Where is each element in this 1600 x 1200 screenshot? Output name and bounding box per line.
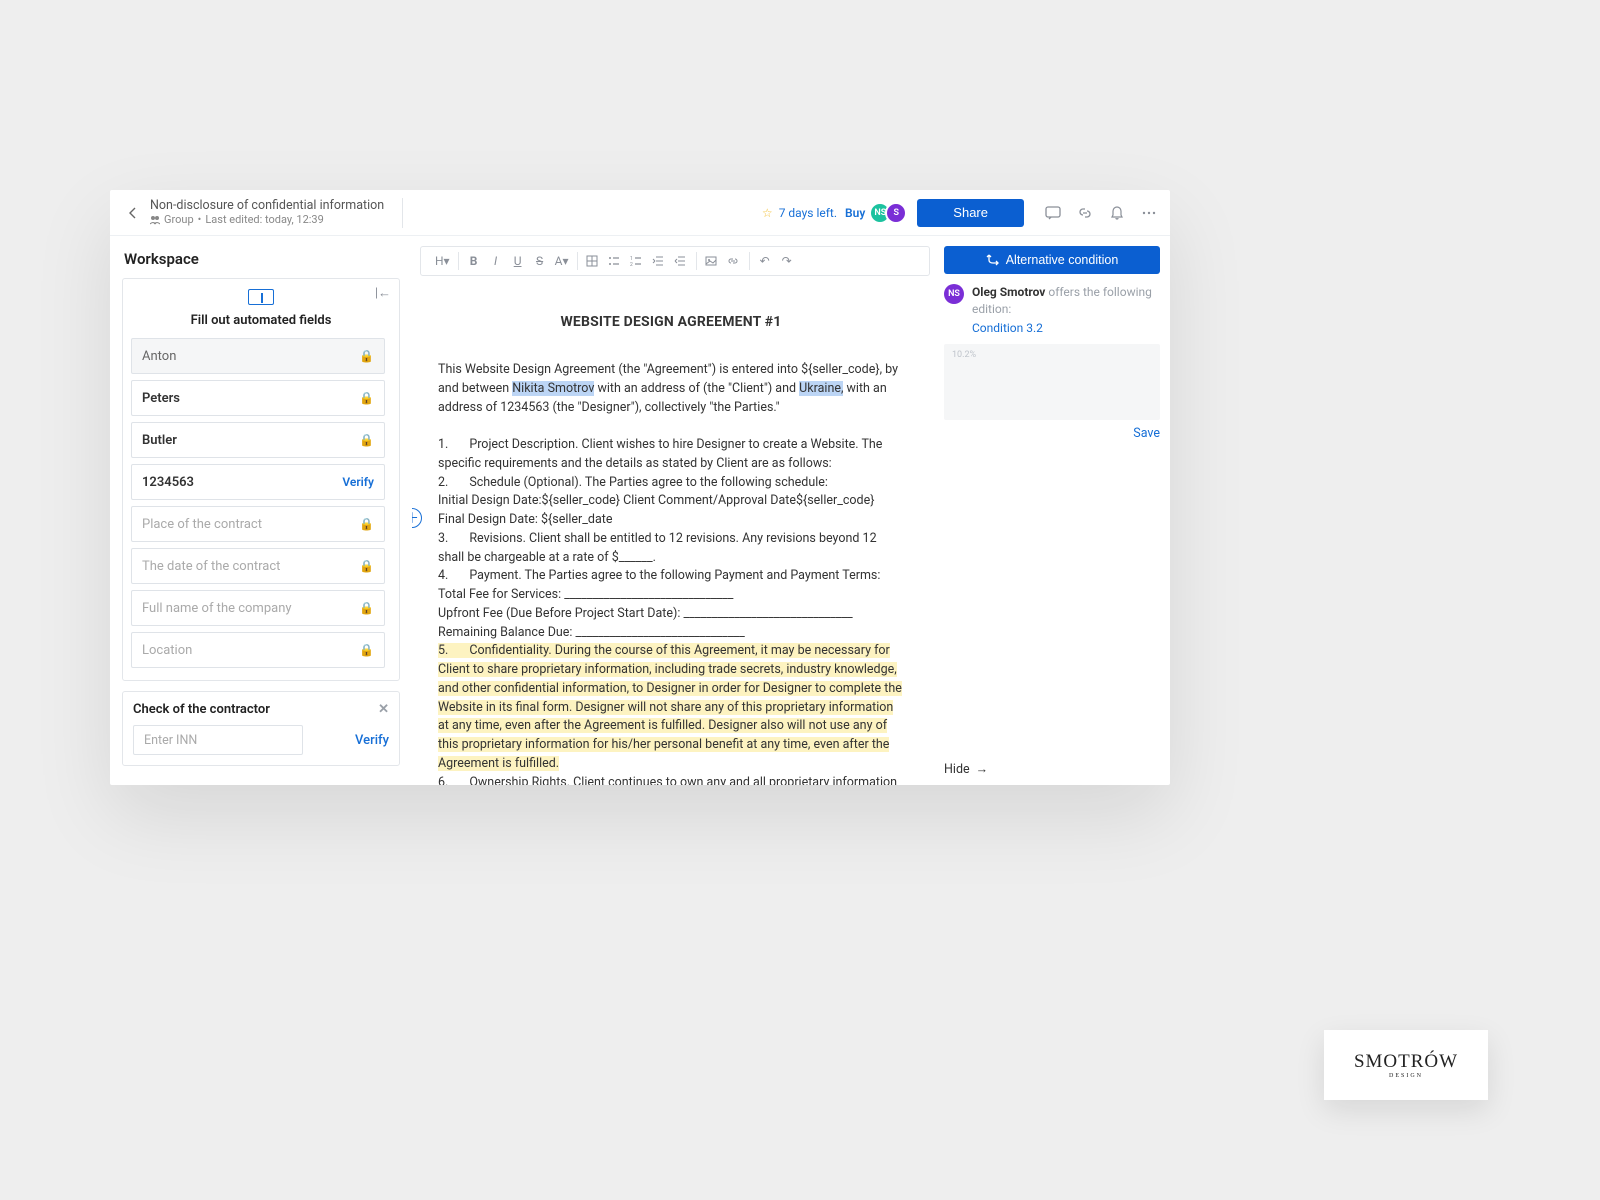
workspace-title: Workspace xyxy=(124,250,400,268)
text-color-button[interactable]: A▾ xyxy=(555,254,569,268)
highlight-name: Nikita Smotrov xyxy=(512,381,594,396)
editor-toolbar: H▾ B I U S A▾ 12 xyxy=(420,246,930,276)
lock-icon: 🔒 xyxy=(359,349,374,363)
right-column: Alternative condition NS Oleg Smotrov of… xyxy=(938,236,1170,785)
trial-status: ☆ 7 days left. Buy xyxy=(762,206,865,220)
brand-badge: SMOTRÓW DESIGN xyxy=(1324,1030,1488,1100)
avatar[interactable]: S xyxy=(885,202,907,224)
highlight-confidentiality: 5. Confidentiality. During the course of… xyxy=(438,643,902,771)
redo-button[interactable]: ↷ xyxy=(780,254,794,268)
more-icon[interactable] xyxy=(1140,204,1158,222)
lock-icon: 🔒 xyxy=(359,643,374,657)
field-number[interactable]: 1234563Verify xyxy=(131,464,385,500)
field-place[interactable]: Place of the contract🔒 xyxy=(131,506,385,542)
panel-title: Fill out automated fields xyxy=(131,313,391,328)
numbered-list-button[interactable]: 12 xyxy=(630,255,644,267)
field-first-name[interactable]: Anton🔒 xyxy=(131,338,385,374)
app-body: Workspace |← Fill out automated fields A… xyxy=(110,236,1170,785)
document-body[interactable]: WEBSITE DESIGN AGREEMENT #1 This Website… xyxy=(420,276,930,785)
arrow-right-icon: → xyxy=(976,762,989,777)
branch-icon xyxy=(986,253,1000,267)
field-last-name-2[interactable]: Butler🔒 xyxy=(131,422,385,458)
share-button[interactable]: Share xyxy=(917,199,1024,227)
header-actions xyxy=(1044,204,1158,222)
underline-button[interactable]: U xyxy=(511,254,525,268)
lock-icon: 🔒 xyxy=(359,517,374,531)
check-title: Check of the contractor xyxy=(133,702,270,717)
form-icon xyxy=(248,289,274,305)
bold-button[interactable]: B xyxy=(467,254,481,268)
verify-inline-link[interactable]: Verify xyxy=(342,475,374,489)
alternative-condition-button[interactable]: Alternative condition xyxy=(944,246,1160,274)
indent-button[interactable] xyxy=(674,255,688,267)
verify-button[interactable]: Verify xyxy=(355,733,389,748)
field-date[interactable]: The date of the contract🔒 xyxy=(131,548,385,584)
avatar: NS xyxy=(944,284,964,304)
doc-subline: Group • Last edited: today, 12:39 xyxy=(150,213,384,226)
condition-link[interactable]: Condition 3.2 xyxy=(972,320,1160,337)
chevron-left-icon xyxy=(127,207,139,219)
lock-icon: 🔒 xyxy=(359,391,374,405)
heading-dropdown[interactable]: H▾ xyxy=(435,254,450,268)
buy-link[interactable]: Buy xyxy=(845,206,865,220)
bullet-list-button[interactable] xyxy=(608,255,622,267)
intro-paragraph: This Website Design Agreement (the "Agre… xyxy=(438,361,904,417)
lock-icon: 🔒 xyxy=(359,601,374,615)
lock-icon: 🔒 xyxy=(359,433,374,447)
svg-text:2: 2 xyxy=(630,262,633,267)
back-button[interactable] xyxy=(122,202,144,224)
doc-meta: Non-disclosure of confidential informati… xyxy=(150,198,384,226)
app-window: Non-disclosure of confidential informati… xyxy=(110,190,1170,785)
field-last-name-1[interactable]: Peters🔒 xyxy=(131,380,385,416)
link-button[interactable] xyxy=(727,255,741,267)
bell-icon[interactable] xyxy=(1108,204,1126,222)
lock-icon: 🔒 xyxy=(359,559,374,573)
inn-input[interactable]: Enter INN xyxy=(133,725,303,755)
link-icon[interactable] xyxy=(1076,204,1094,222)
highlight-country: Ukraine, xyxy=(799,381,843,396)
undo-button[interactable]: ↶ xyxy=(758,254,772,268)
document-heading: WEBSITE DESIGN AGREEMENT #1 xyxy=(438,312,904,333)
center-column: H▾ B I U S A▾ 12 xyxy=(412,236,938,785)
field-company[interactable]: Full name of the company🔒 xyxy=(131,590,385,626)
comment-input[interactable]: 10.2% xyxy=(944,344,1160,420)
doc-title: Non-disclosure of confidential informati… xyxy=(150,198,384,213)
collaborator-avatars: NS S xyxy=(875,202,907,224)
comment-card: NS Oleg Smotrov offers the following edi… xyxy=(944,284,1160,441)
strikethrough-button[interactable]: S xyxy=(533,254,547,268)
field-location[interactable]: Location🔒 xyxy=(131,632,385,668)
close-icon[interactable]: ✕ xyxy=(378,702,389,717)
hide-sidebar-button[interactable]: Hide → xyxy=(944,754,1160,785)
image-button[interactable] xyxy=(705,255,719,267)
comment-text: Oleg Smotrov offers the following editio… xyxy=(972,284,1160,336)
save-link[interactable]: Save xyxy=(1133,426,1160,441)
check-contractor-panel: Check of the contractor ✕ Enter INN Veri… xyxy=(122,691,400,766)
star-icon: ☆ xyxy=(762,206,773,220)
divider xyxy=(402,198,403,228)
comments-icon[interactable] xyxy=(1044,204,1062,222)
header-bar: Non-disclosure of confidential informati… xyxy=(110,190,1170,236)
fields-panel: |← Fill out automated fields Anton🔒 Pete… xyxy=(122,278,400,681)
group-icon xyxy=(150,215,160,225)
collapse-panel-icon[interactable]: |← xyxy=(375,285,391,301)
italic-button[interactable]: I xyxy=(489,254,503,268)
left-column: Workspace |← Fill out automated fields A… xyxy=(110,236,412,785)
outdent-button[interactable] xyxy=(652,255,666,267)
table-button[interactable] xyxy=(586,255,600,267)
fields-list[interactable]: Anton🔒 Peters🔒 Butler🔒 1234563Verify Pla… xyxy=(131,338,391,668)
